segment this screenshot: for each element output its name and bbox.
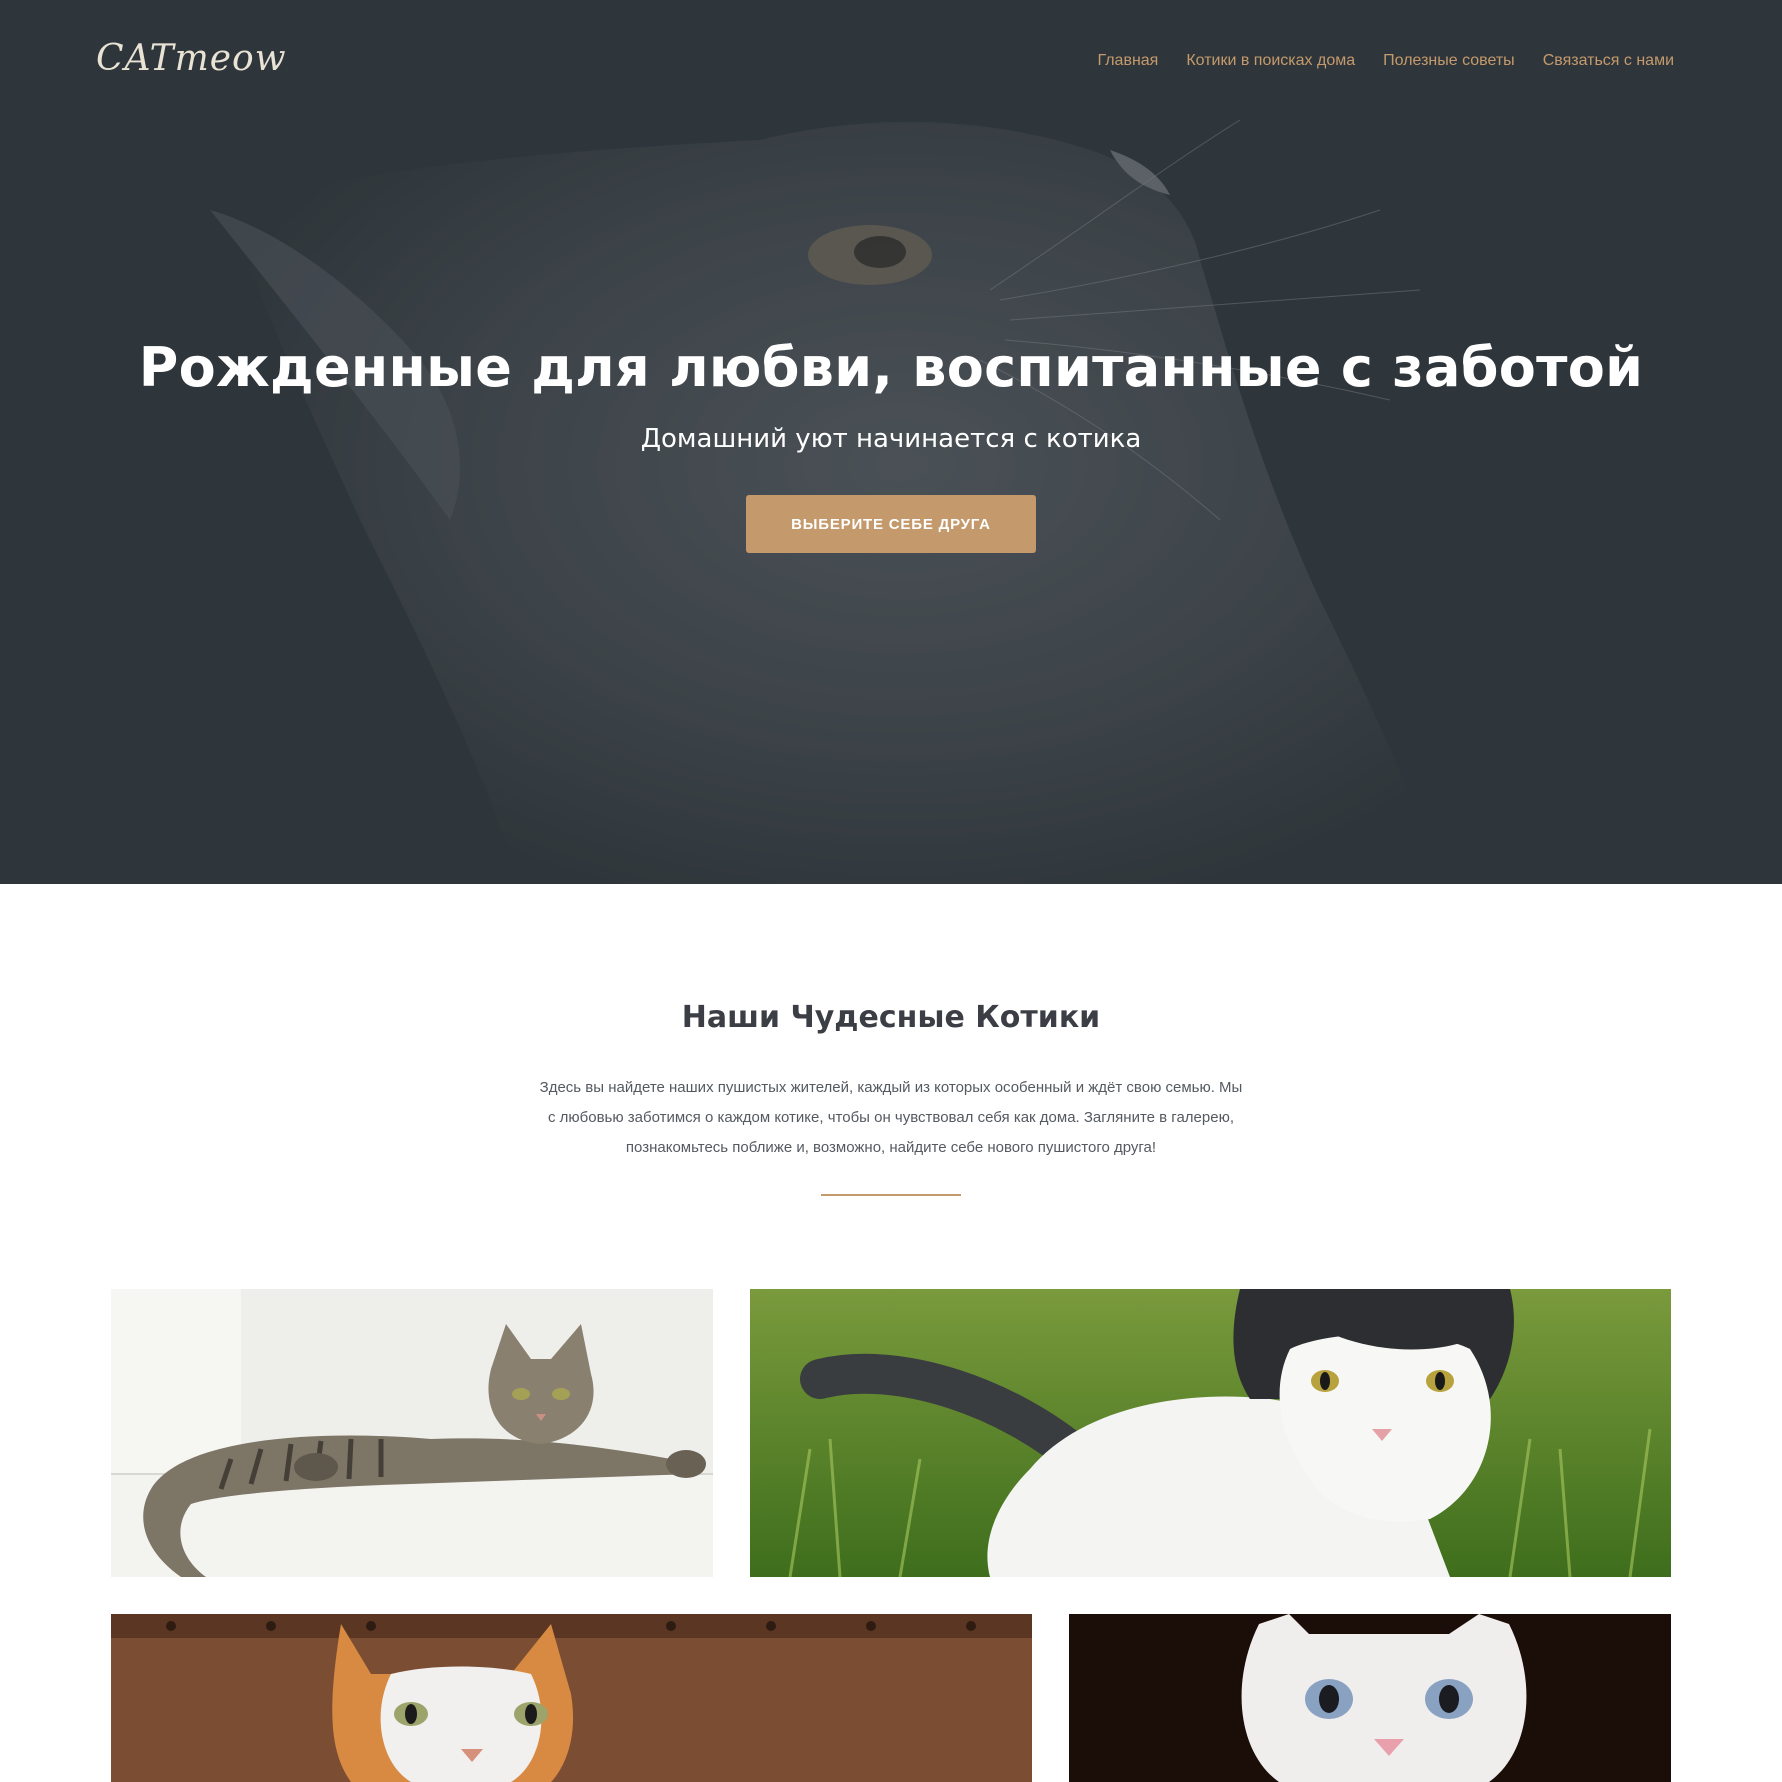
gallery-photo-ginger-cat[interactable] <box>111 1614 1032 1782</box>
cat-photo-ginger-icon <box>111 1614 1032 1782</box>
nav-link-useful-tips[interactable]: Полезные советы <box>1383 52 1515 70</box>
section-description-line-3: познакомьтесь поближе и, возможно, найди… <box>625 1139 1157 1156</box>
cat-photo-tabby-icon <box>111 1289 713 1577</box>
gallery-photo-black-white-cat[interactable] <box>750 1289 1671 1577</box>
section-description-line-2: с любовью заботимся о каждом котике, что… <box>547 1109 1234 1126</box>
section-description-line-1: Здесь вы найдете наших пушистых жителей,… <box>539 1079 1243 1096</box>
hero-title: Рожденные для любви, воспитанные с забот… <box>138 336 1644 399</box>
nav-link-home[interactable]: Главная <box>1097 52 1158 70</box>
site-logo[interactable]: CATmeow <box>96 38 287 79</box>
section-title: Наши Чудесные Котики <box>681 1000 1101 1035</box>
gallery-photo-tabby-cat[interactable] <box>111 1289 713 1577</box>
cat-photo-black-white-icon <box>750 1289 1671 1577</box>
nav-link-cats-looking-for-home[interactable]: Котики в поисках дома <box>1186 52 1355 70</box>
choose-friend-button[interactable]: ВЫБЕРИТЕ СЕБЕ ДРУГА <box>746 495 1036 553</box>
section-description: Здесь вы найдете наших пушистых жителей,… <box>536 1073 1246 1163</box>
site-header: CATmeow Главная Котики в поисках дома По… <box>0 0 1782 126</box>
hero-section: CATmeow Главная Котики в поисках дома По… <box>0 0 1782 884</box>
hero-subtitle: Домашний уют начинается с котика <box>640 424 1142 454</box>
section-divider <box>821 1194 961 1196</box>
nav-link-contact-us[interactable]: Связаться с нами <box>1543 52 1674 70</box>
cat-photo-white-kitten-icon <box>1069 1614 1671 1782</box>
gallery-photo-white-kitten[interactable] <box>1069 1614 1671 1782</box>
main-nav: Главная Котики в поисках дома Полезные с… <box>1097 52 1674 70</box>
